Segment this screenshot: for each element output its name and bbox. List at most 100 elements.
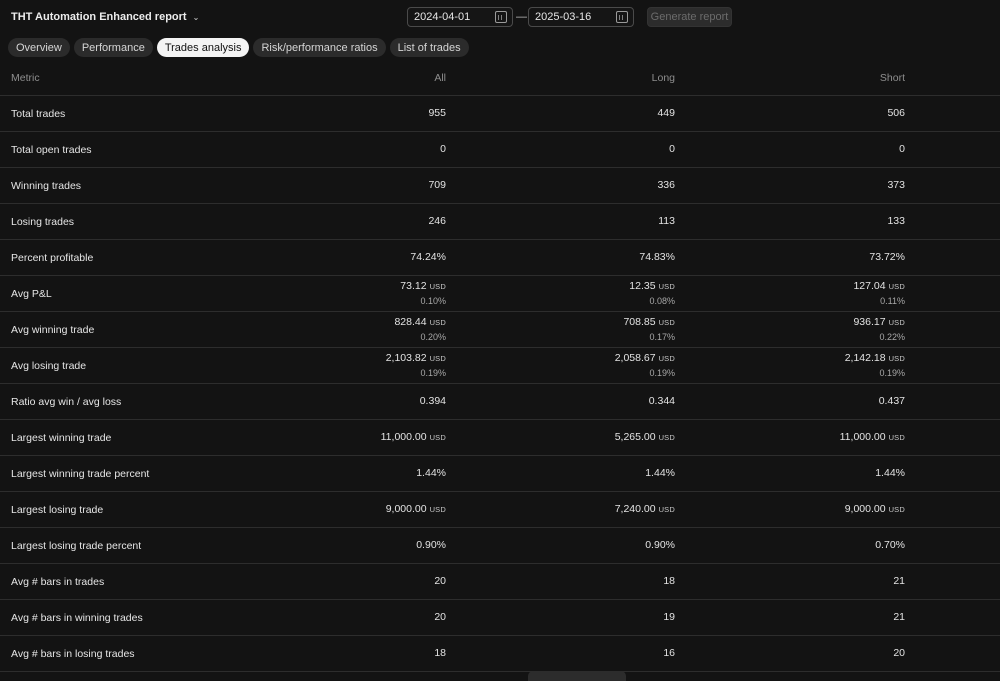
value-number: 0.90%: [645, 539, 675, 551]
value-number: 73.12: [400, 279, 427, 292]
metric-value-short: 11,000.00 USD: [675, 419, 905, 456]
tab-list-of-trades[interactable]: List of trades: [389, 38, 469, 57]
metric-value-short: 73.72%: [675, 239, 905, 276]
table-header-row: Metric All Long Short: [0, 60, 1000, 96]
row-spacer: [905, 527, 1000, 564]
row-spacer: [905, 455, 1000, 492]
table-row: Total open trades 0 0 0: [0, 131, 1000, 168]
metric-name: Ratio avg win / avg loss: [0, 383, 150, 420]
value-number: 9,000.00: [844, 503, 886, 515]
table-row: Avg # bars in winning trades 20 19 21: [0, 599, 1000, 636]
metric-value-short: 2,142.18 USD 0.19%: [675, 347, 905, 384]
scroll-handle[interactable]: [528, 671, 626, 681]
value-number: 0: [440, 143, 446, 155]
metric-value-long: 113: [446, 203, 675, 240]
table-row: Percent profitable 74.24% 74.83% 73.72%: [0, 239, 1000, 276]
currency-unit: USD: [429, 505, 446, 514]
date-from-input[interactable]: 2024-04-01: [407, 7, 513, 27]
value-main: 449: [446, 107, 675, 120]
metric-name: Avg losing trade: [0, 347, 150, 384]
tab-trades-analysis[interactable]: Trades analysis: [156, 38, 250, 57]
top-bar: THT Automation Enhanced report ⌄ 2024-04…: [0, 0, 1000, 34]
value-number: 7,240.00: [614, 503, 656, 515]
report-title-dropdown[interactable]: THT Automation Enhanced report ⌄: [11, 11, 199, 23]
metric-value-all: 20: [150, 563, 446, 600]
value-number: 336: [657, 179, 675, 191]
tab-overview[interactable]: Overview: [8, 38, 70, 57]
value-number: 373: [887, 179, 905, 191]
row-spacer: [905, 599, 1000, 636]
metric-name: Largest winning trade: [0, 419, 150, 456]
value-number: 708.85: [623, 315, 656, 328]
metric-value-all: 18: [150, 635, 446, 672]
table-row: Largest losing trade percent 0.90% 0.90% 0.…: [0, 527, 1000, 564]
value-main: 1.44%: [150, 467, 446, 480]
metric-name: Percent profitable: [0, 239, 150, 276]
value-main: 18: [446, 575, 675, 588]
value-number: 133: [887, 215, 905, 227]
value-main: 2,058.67 USD: [446, 352, 675, 365]
value-number: 74.83%: [639, 251, 675, 263]
value-main: 955: [150, 107, 446, 120]
value-main: 9,000.00 USD: [675, 503, 905, 516]
currency-unit: USD: [429, 317, 446, 327]
value-number: 127.04: [853, 279, 886, 292]
value-number: 2,058.67: [614, 351, 656, 364]
metric-value-all: 246: [150, 203, 446, 240]
calendar-icon[interactable]: [616, 11, 628, 23]
chevron-down-icon: ⌄: [192, 12, 200, 22]
value-number: 20: [893, 647, 905, 659]
value-number: 11,000.00: [380, 431, 427, 443]
value-percent: 0.19%: [649, 367, 675, 378]
value-percent: 0.19%: [420, 367, 446, 378]
metric-value-short: 1.44%: [675, 455, 905, 492]
value-main: 506: [675, 107, 905, 120]
metric-value-all: 9,000.00 USD: [150, 491, 446, 528]
row-spacer: [905, 239, 1000, 276]
value-number: 12.35: [629, 279, 656, 292]
row-spacer: [905, 131, 1000, 168]
metric-name: Largest losing trade: [0, 491, 150, 528]
table-row: Winning trades 709 336 373: [0, 167, 1000, 204]
currency-unit: USD: [658, 433, 675, 442]
value-number: 0.90%: [416, 539, 446, 551]
value-main: 0.344: [446, 395, 675, 408]
value-number: 449: [657, 107, 675, 119]
value-percent: 0.08%: [649, 295, 675, 306]
metric-name: Avg # bars in trades: [0, 563, 150, 600]
value-main: 113: [446, 215, 675, 228]
value-main: 5,265.00 USD: [446, 431, 675, 444]
value-main: 828.44 USD: [150, 316, 446, 329]
metric-value-all: 828.44 USD 0.20%: [150, 311, 446, 348]
value-percent: 0.10%: [420, 295, 446, 306]
value-main: 12.35 USD: [446, 280, 675, 293]
currency-unit: USD: [658, 281, 675, 291]
value-number: 709: [428, 179, 446, 191]
metric-value-long: 19: [446, 599, 675, 636]
value-main: 0.90%: [150, 539, 446, 552]
currency-unit: USD: [429, 433, 446, 442]
value-main: 19: [446, 611, 675, 624]
currency-unit: USD: [658, 505, 675, 514]
metric-value-all: 955: [150, 95, 446, 132]
value-main: 73.72%: [675, 251, 905, 264]
value-main: 7,240.00 USD: [446, 503, 675, 516]
calendar-icon[interactable]: [495, 11, 507, 23]
value-number: 20: [434, 575, 446, 587]
date-to-value: 2025-03-16: [535, 11, 592, 23]
value-number: 828.44: [394, 315, 427, 328]
tab-risk-performance-ratios[interactable]: Risk/performance ratios: [253, 38, 386, 57]
row-spacer: [905, 419, 1000, 456]
report-tabs: Overview Performance Trades analysis Ris…: [8, 38, 469, 57]
value-number: 1.44%: [875, 467, 905, 479]
tab-performance[interactable]: Performance: [73, 38, 153, 57]
value-main: 16: [446, 647, 675, 660]
value-number: 19: [663, 611, 675, 623]
date-from-value: 2024-04-01: [414, 11, 471, 23]
row-spacer: [905, 347, 1000, 384]
value-percent: 0.19%: [879, 367, 905, 378]
metric-value-all: 11,000.00 USD: [150, 419, 446, 456]
generate-report-button[interactable]: Generate report: [647, 7, 732, 27]
date-to-input[interactable]: 2025-03-16: [528, 7, 634, 27]
row-spacer: [905, 203, 1000, 240]
